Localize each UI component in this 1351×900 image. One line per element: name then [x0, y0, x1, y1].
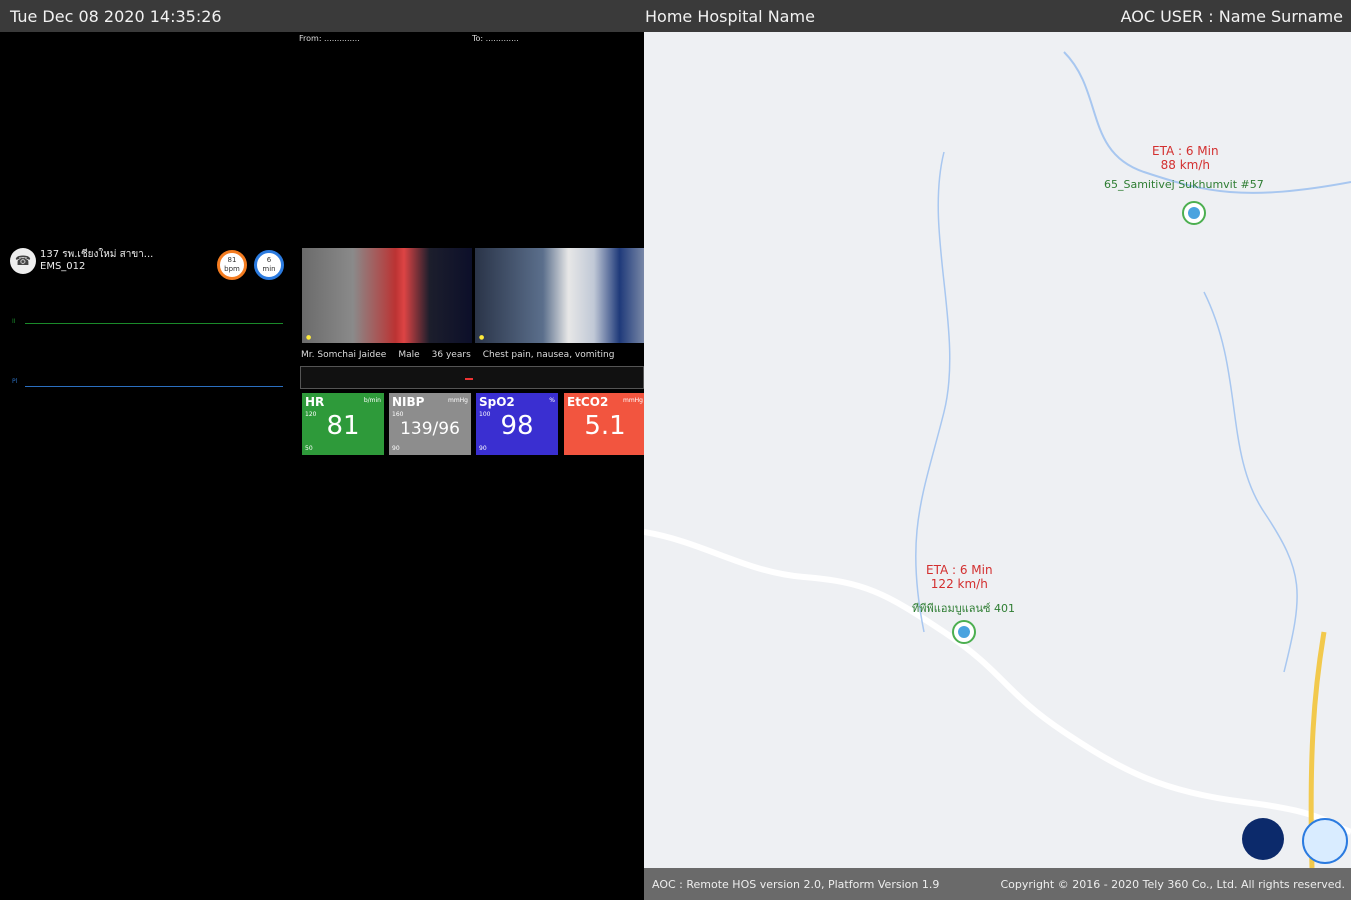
message-indicator-icon	[465, 378, 473, 380]
patient-age: 36 years	[431, 350, 471, 360]
version-text: AOC : Remote HOS version 2.0, Platform V…	[652, 877, 940, 891]
camera-front-status-icon: ●	[306, 334, 312, 341]
vital-spo2[interactable]: SpO2 % 100 90 98	[476, 393, 558, 455]
vital-value: 98	[500, 411, 534, 441]
vital-unit: mmHg	[447, 397, 468, 404]
ambulance-name: 137 รพ.เชียงใหม่ สาขา...	[40, 249, 154, 260]
ambulance-code: EMS_012	[40, 261, 86, 272]
footer: AOC : Remote HOS version 2.0, Platform V…	[644, 868, 1351, 900]
ecg-trace	[25, 323, 283, 324]
unit1-speed: 88 km/h	[1160, 158, 1210, 172]
datetime: Tue Dec 08 2020 14:35:26	[10, 6, 222, 26]
vital-hr[interactable]: HR b/min 120 50 81	[302, 393, 384, 455]
eta-badge-value: 6	[266, 256, 272, 264]
map-base	[644, 51, 1351, 868]
hr-badge[interactable]: 81 bpm	[217, 250, 247, 280]
unit2-eta-info: ETA : 6 Min 122 km/h	[926, 563, 993, 591]
vital-nibp[interactable]: NIBP mmHg 160 90 139/96	[389, 393, 471, 455]
camera-cabin-status-icon: ●	[479, 334, 485, 341]
vital-name: HR	[305, 395, 325, 409]
vital-value: 5.1	[584, 411, 626, 441]
ambulance-logo-icon: ☎	[10, 248, 36, 274]
monitor-panel	[0, 32, 644, 900]
ambulance-header[interactable]: ☎ 137 รพ.เชียงใหม่ สาขา... EMS_012	[10, 248, 153, 274]
vital-low-limit: 90	[479, 445, 487, 452]
vital-value: 81	[326, 411, 360, 441]
vital-unit: mmHg	[622, 397, 643, 404]
camera-feed-front[interactable]: ●	[302, 248, 472, 343]
vital-high-limit: 160	[392, 411, 404, 418]
route-to: To: .............	[472, 34, 519, 43]
ecg-trace-label-icon: II	[12, 318, 16, 325]
vital-name: SpO2	[479, 395, 515, 409]
patient-complaint: Chest pain, nausea, vomiting	[482, 350, 615, 360]
map-view[interactable]: ETA : 6 Min 88 km/h 65_Samitivej Sukhumv…	[644, 32, 1351, 868]
camera-feed-cabin[interactable]: ●	[475, 248, 645, 343]
copyright-text: Copyright © 2016 - 2020 Tely 360 Co., Lt…	[1000, 877, 1345, 891]
pleth-trace	[25, 386, 283, 387]
unit2-eta: ETA : 6 Min	[926, 563, 993, 577]
vital-value: 139/96	[400, 419, 460, 439]
top-bar: Tue Dec 08 2020 14:35:26 Home Hospital N…	[0, 0, 1351, 32]
vital-name: EtCO2	[567, 395, 609, 409]
pleth-trace-label-icon: Pl	[12, 378, 18, 385]
vital-unit: %	[549, 397, 555, 404]
hr-badge-value: 81	[227, 256, 237, 264]
patient-sex: Male	[398, 350, 420, 360]
vital-low-limit: 90	[392, 445, 400, 452]
vital-unit: b/min	[363, 397, 381, 404]
partner-logo-icon	[1242, 818, 1284, 860]
unit2-name[interactable]: ทีพีพีแอมบูแลนซ์ 401	[912, 599, 1015, 617]
vital-low-limit: 50	[305, 445, 313, 452]
unit1-name[interactable]: 65_Samitivej Sukhumvit #57	[1104, 178, 1264, 191]
user-name[interactable]: AOC USER : Name Surname	[1121, 7, 1343, 26]
aoc-logo-icon	[1302, 818, 1348, 864]
unit1-eta-info: ETA : 6 Min 88 km/h	[1152, 144, 1219, 172]
unit2-speed: 122 km/h	[930, 577, 988, 591]
hospital-name: Home Hospital Name	[645, 6, 815, 26]
patient-name: Mr. Somchai Jaidee	[301, 350, 387, 360]
route-from: From: ..............	[299, 34, 360, 43]
unit1-eta: ETA : 6 Min	[1152, 144, 1219, 158]
eta-badge-unit: min	[262, 265, 276, 273]
patient-info: Mr. Somchai Jaidee Male 36 years Chest p…	[301, 350, 614, 360]
eta-badge[interactable]: 6 min	[254, 250, 284, 280]
vital-name: NIBP	[392, 395, 425, 409]
vital-etco2[interactable]: EtCO2 mmHg 5.1	[564, 393, 646, 455]
message-bar[interactable]	[300, 366, 644, 389]
hr-badge-unit: bpm	[224, 265, 240, 273]
